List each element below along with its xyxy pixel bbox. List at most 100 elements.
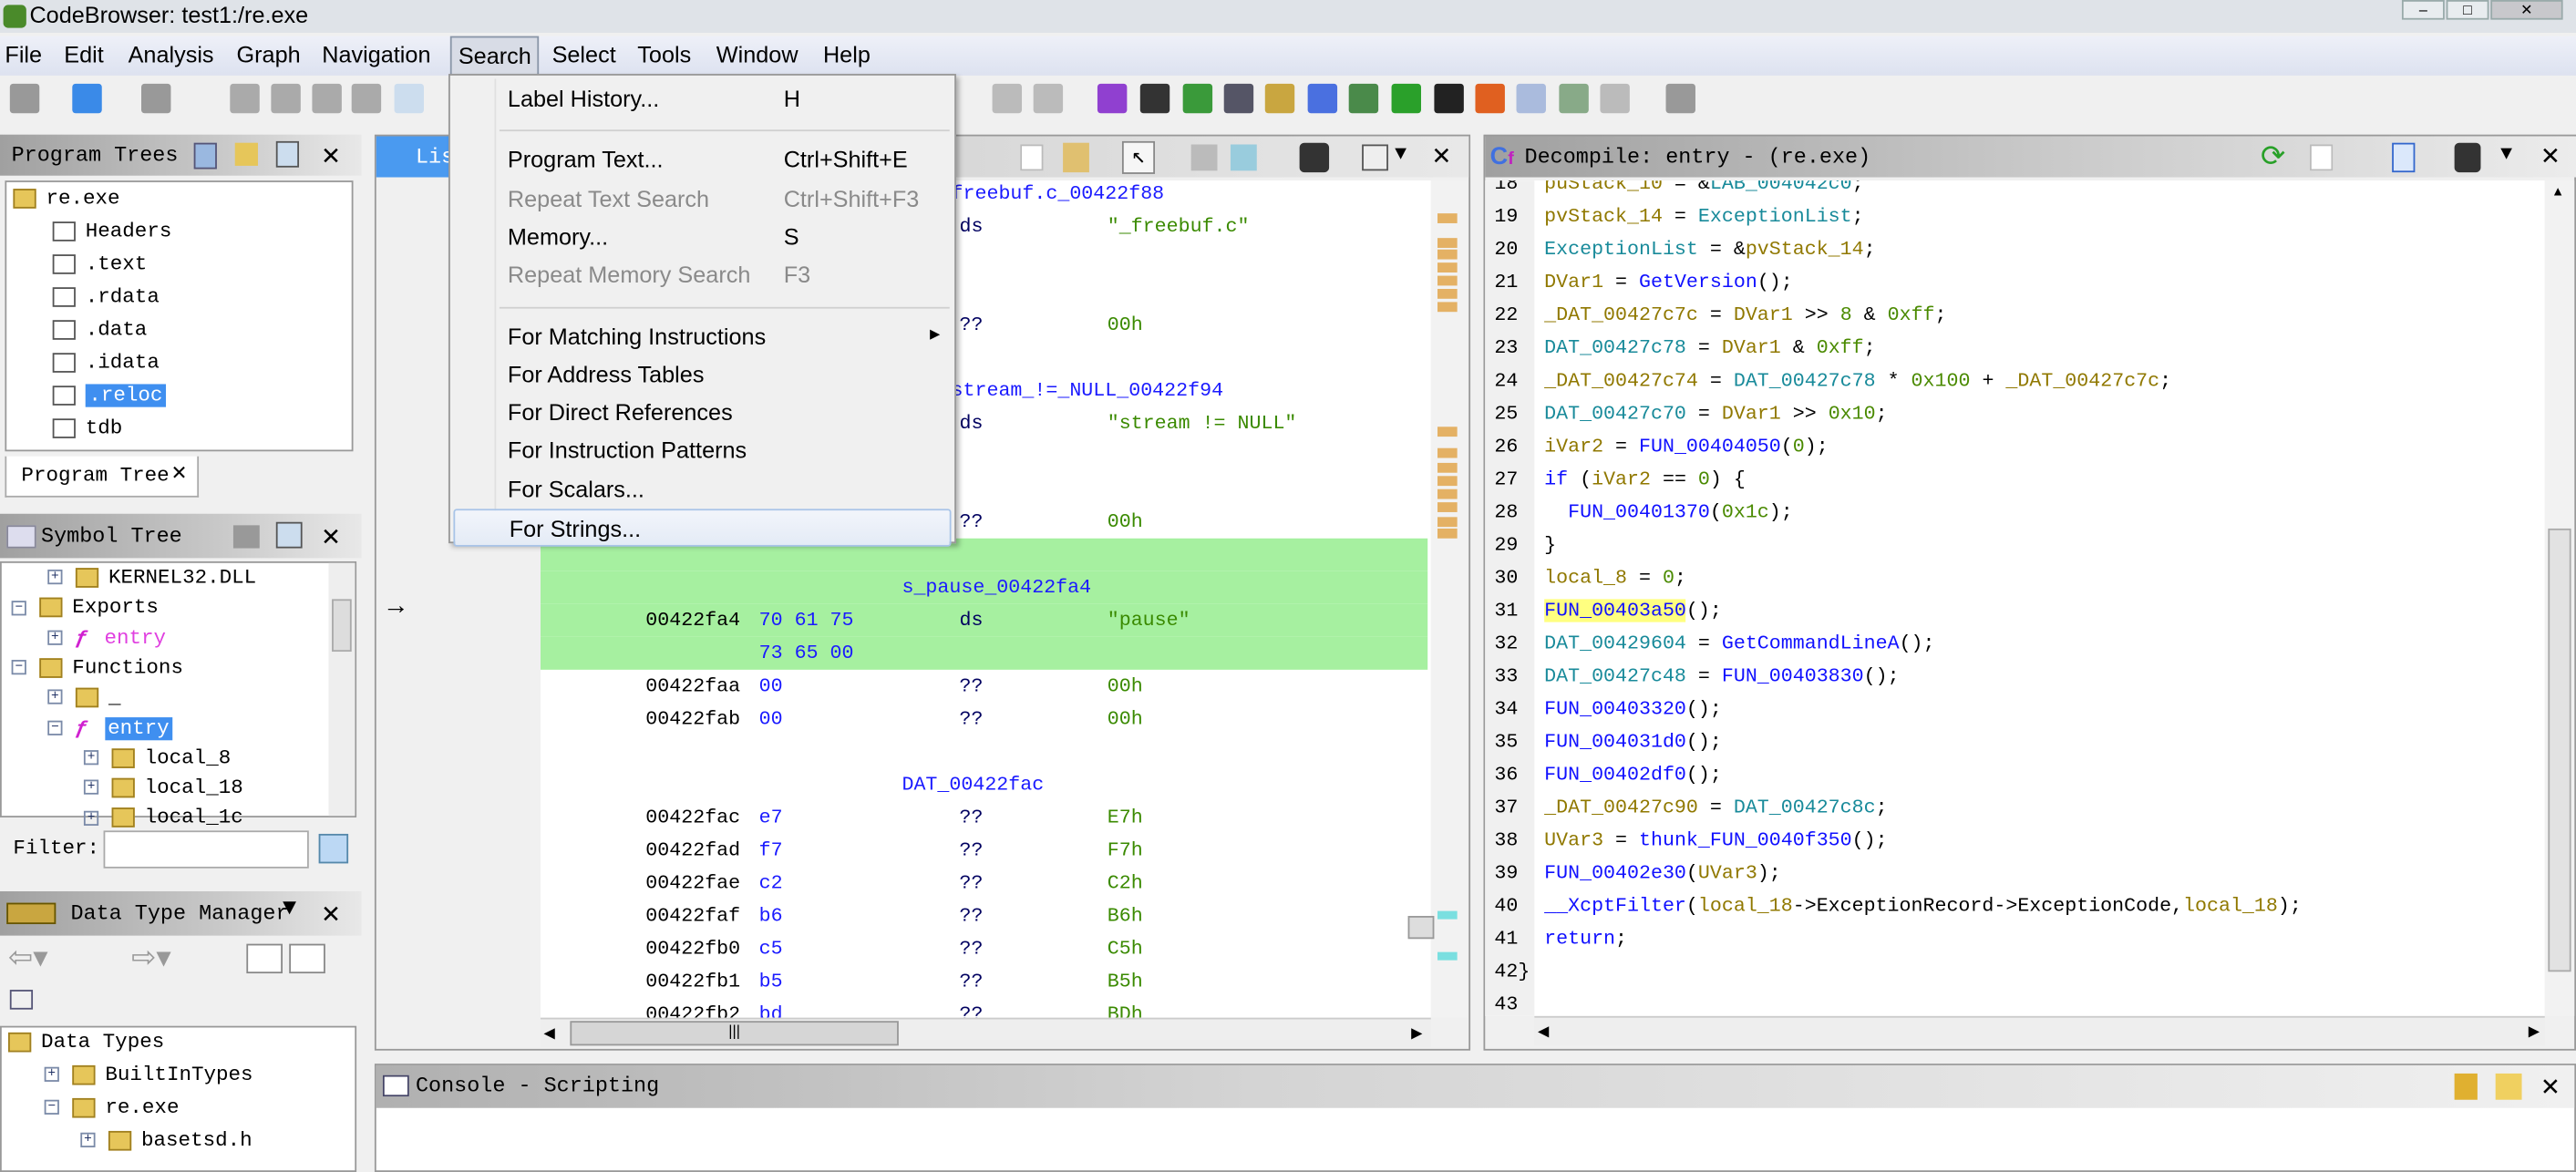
variable[interactable]: pvStack_14 [1746,238,1864,261]
menu-window[interactable]: Window [716,41,799,67]
mnemonic[interactable]: ?? [960,674,984,697]
function-name[interactable]: thunk_FUN_0040f350 [1639,829,1852,852]
symbol-tree-view[interactable]: + KERNEL32.DLL − Exports + ƒ entry − Functions + _… [0,560,357,829]
scroll-right-icon[interactable]: ▶ [1411,1024,1422,1043]
menu-dropdown-icon[interactable]: ▼ [2500,143,2512,166]
next-instruction-icon[interactable] [230,83,260,114]
function-name[interactable]: FUN_00404050 [1639,435,1781,457]
checkin-icon[interactable] [1600,83,1630,114]
scroll-right-icon[interactable]: ▶ [2529,1023,2540,1041]
code-line[interactable]: 22 _DAT_00427c7c = DVar1 >> 8 & 0xff; [1485,299,2536,332]
undo-icon[interactable] [992,83,1023,114]
mnemonic[interactable]: ds [960,215,984,238]
global[interactable]: DAT_00427c78 [1734,369,1876,392]
tree-item[interactable]: Headers [52,220,171,243]
operand[interactable]: F7h [1108,838,1143,861]
listing-code-row[interactable]: 00422fab 00?? 00h [541,703,1427,735]
next-undefined-icon[interactable] [312,83,342,114]
code-text[interactable]: local_8 = 0; [1544,566,1686,589]
variable[interactable]: local_18 [1698,895,1793,918]
code-text[interactable]: DVar1 = GetVersion(); [1544,271,1793,293]
close-icon[interactable]: ✕ [322,896,340,932]
tree-item[interactable]: tdb [52,416,122,440]
vertical-scrollbar[interactable]: ▲ [2544,180,2575,1016]
code-line[interactable]: 41 return; [1485,922,2536,955]
code-line[interactable]: 28 FUN_00401370(0x1c); [1485,496,2536,529]
code-text[interactable]: } [1544,533,1556,556]
operand[interactable]: "_freebuf.c" [1108,215,1250,238]
function-name[interactable]: FUN_00403320 [1544,697,1686,720]
code-line[interactable]: 35 FUN_004031d0(); [1485,725,2536,758]
operand[interactable]: BDh [1108,1002,1143,1017]
tree-item[interactable]: .data [52,318,147,342]
global[interactable]: DAT_00427c48 [1544,664,1686,687]
label[interactable]: DAT_00422fac [902,773,1044,796]
diff-icon[interactable] [1230,144,1257,171]
mnemonic[interactable]: ?? [960,806,984,828]
menu-search[interactable]: Search [449,36,540,76]
function-name[interactable]: __XcptFilter [1544,895,1686,918]
tree-item[interactable]: + local_18 [83,776,243,799]
menu-item-for-matching-instructions[interactable]: For Matching Instructions ▶ [453,318,951,355]
collapse-all-icon[interactable] [9,990,34,1010]
close-icon[interactable]: ✕ [322,138,340,174]
register-icon[interactable] [1475,83,1505,114]
bookmarks-icon[interactable] [1516,83,1546,114]
variable[interactable]: iVar2 [1544,435,1603,457]
operand[interactable]: B6h [1108,904,1143,927]
menu-analysis[interactable]: Analysis [129,41,214,67]
navigate-icon[interactable] [275,521,303,549]
code-text[interactable]: _DAT_00427c90 = DAT_00427c8c; [1544,797,1887,819]
operand[interactable]: 00h [1108,510,1143,533]
tree-item[interactable]: .idata [52,351,160,375]
menu-dropdown-icon[interactable]: ▼ [283,896,296,922]
code-line[interactable]: 32 DAT_00429604 = GetCommandLineA(); [1485,627,2536,660]
code-text[interactable]: DAT_00427c48 = FUN_00403830(); [1544,664,1899,687]
menu-item-for-instruction-patterns[interactable]: For Instruction Patterns [453,432,951,469]
code-text[interactable]: ExceptionList = &pvStack_14; [1544,238,1875,261]
variable[interactable]: iVar2 [1592,468,1651,490]
close-icon[interactable]: ✕ [1433,138,1451,174]
operand[interactable]: 00h [1108,314,1143,336]
code-text[interactable]: FUN_00401370(0x1c); [1544,500,1793,523]
code-text[interactable]: __XcptFilter(local_18->ExceptionRecord->… [1544,895,2302,918]
variable[interactable]: _DAT_00427c74 [1544,369,1698,392]
address[interactable]: 00422faa [645,674,740,697]
listing-code-row[interactable]: 00422faf b6?? B6h [541,900,1427,932]
tree-item[interactable]: + ƒ entry [47,626,166,650]
decompiler-icon[interactable] [1307,83,1338,114]
listing-code-row[interactable]: 00422fb2 bd?? BDh [541,998,1427,1017]
code-text[interactable]: FUN_00403a50(); [1544,599,1722,622]
lock-icon[interactable] [2454,1073,2478,1100]
code-text[interactable]: puStack_10 = &LAB_004042c0; [1544,180,1863,195]
address[interactable]: 00422fae [645,871,740,894]
create-tree-icon[interactable] [193,142,217,170]
variable[interactable]: DVar1 [1722,402,1781,425]
scroll-thumb[interactable] [1407,916,1435,940]
expand-icon[interactable]: + [80,1133,96,1148]
next-data-icon[interactable] [271,83,301,114]
operand[interactable]: 00h [1108,674,1143,697]
code-line[interactable]: 23 DAT_00427c78 = DVar1 & 0xff; [1485,332,2536,365]
address[interactable]: 00422faf [645,904,740,927]
menu-select[interactable]: Select [552,41,616,67]
vertical-scrollbar[interactable] [328,562,355,817]
menu-item-for-direct-references[interactable]: For Direct References [453,394,951,431]
tab-program-tree[interactable]: Program Tree ✕ [5,456,200,498]
minimize-button[interactable]: – [2401,0,2445,20]
field-editor-icon[interactable] [1190,144,1218,171]
forward-icon[interactable]: ⇨▾ [131,941,170,975]
expand-icon[interactable]: + [47,690,63,705]
mnemonic[interactable]: ds [960,412,984,435]
variable[interactable]: DVar1 [1734,303,1793,326]
mnemonic[interactable]: ?? [960,314,984,336]
mnemonic[interactable]: ds [960,609,984,632]
menu-edit[interactable]: Edit [64,41,103,67]
tree-item[interactable]: + _ [47,686,120,709]
address[interactable]: 00422fb1 [645,970,740,992]
code-text[interactable]: FUN_00402e30(UVar3); [1544,862,1781,885]
code-line[interactable]: 40 __XcptFilter(local_18->ExceptionRecord… [1485,889,2536,922]
edit-icon[interactable] [232,525,260,549]
paste-icon[interactable] [1063,142,1089,173]
function-name[interactable]: FUN_004031d0 [1544,730,1686,753]
